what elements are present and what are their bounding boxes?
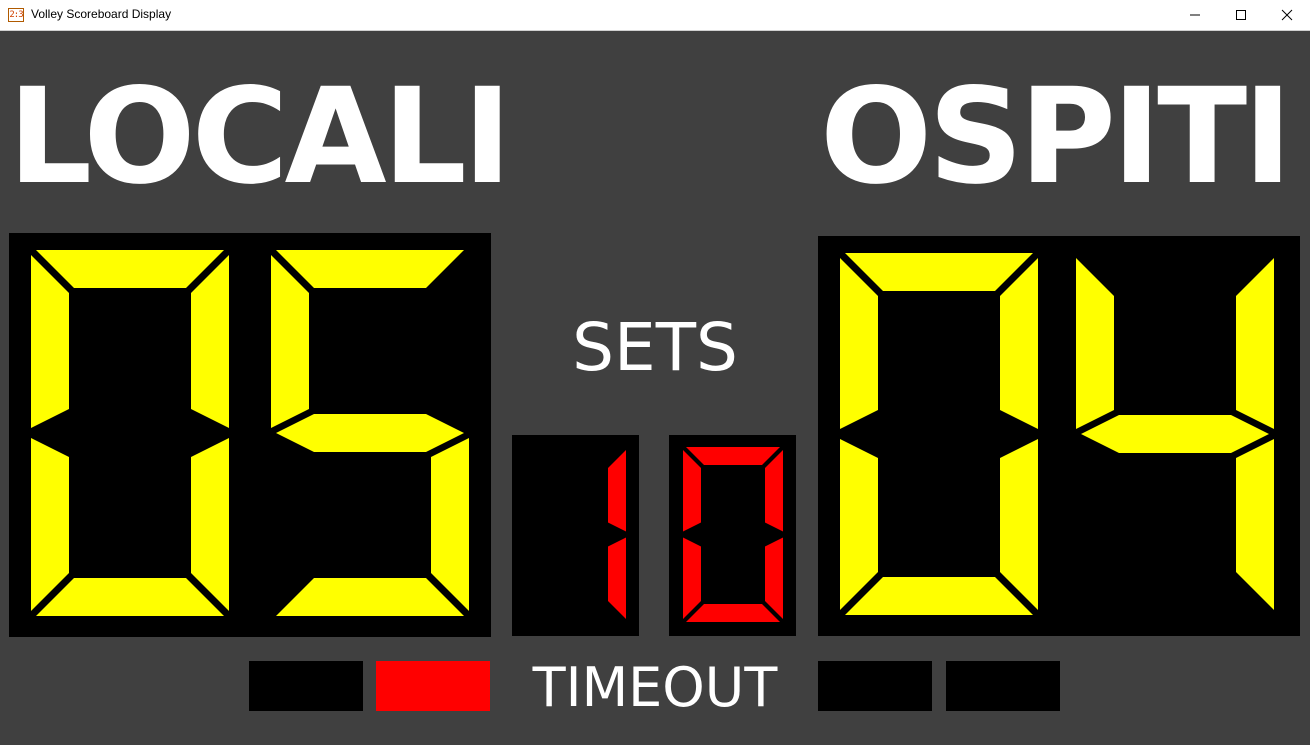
away-score-digit-1-segment-d — [845, 577, 1033, 615]
away-timeout-indicator-1 — [818, 661, 932, 711]
away-score-display — [818, 236, 1300, 636]
away-score-digit-1-segment-b — [1000, 258, 1038, 429]
away-score-digit-1-segment-a — [845, 253, 1033, 291]
away-sets-digit — [683, 447, 783, 622]
home-score-display — [9, 233, 491, 637]
home-score-digit-2-segment-f — [271, 255, 309, 428]
away-sets-digit-segment-d — [686, 604, 780, 622]
away-sets-digit-segment-e — [683, 537, 701, 619]
home-sets-display — [512, 435, 639, 636]
away-team-name: OSPITI — [820, 60, 1292, 214]
home-team-name: LOCALI — [8, 60, 512, 214]
home-score-digit-1-segment-a — [36, 250, 224, 288]
minimize-icon — [1190, 14, 1200, 16]
home-score-digit-1-segment-d — [36, 578, 224, 616]
close-icon — [1281, 9, 1293, 21]
sets-label: SETS — [572, 309, 738, 386]
home-score-digit-1-segment-c — [191, 438, 229, 611]
away-sets-display — [669, 435, 796, 636]
away-score-digit-1-segment-c — [1000, 439, 1038, 610]
home-score-digit-1-segment-b — [191, 255, 229, 428]
away-score-digit-1-segment-e — [840, 439, 878, 610]
home-score-digit-1-segment-f — [31, 255, 69, 428]
away-score-digits — [840, 253, 1274, 615]
minimize-button[interactable] — [1172, 0, 1218, 30]
away-sets-digit-segment-a — [686, 447, 780, 465]
home-score-digits — [31, 250, 469, 616]
home-score-digit-2-segment-a — [276, 250, 464, 288]
window-title: Volley Scoreboard Display — [31, 7, 172, 21]
away-sets-digit-segment-f — [683, 450, 701, 532]
home-sets-digit-segment-b — [608, 450, 626, 532]
scoreboard-window: 2:3 Volley Scoreboard Display LOCALI OSP… — [0, 0, 1310, 745]
home-sets-digit-segment-c — [608, 537, 626, 619]
home-score-digit-1-segment-e — [31, 438, 69, 611]
close-button[interactable] — [1264, 0, 1310, 30]
away-score-digit-2-segment-g — [1081, 415, 1269, 453]
scoreboard-app-icon: 2:3 — [8, 8, 24, 22]
away-timeout-indicator-2 — [946, 661, 1060, 711]
home-timeout-indicator-1 — [249, 661, 363, 711]
home-timeout-indicator-2 — [376, 661, 490, 711]
home-sets-digit — [608, 450, 626, 619]
away-score-digit-2-segment-c — [1236, 439, 1274, 610]
home-score-digit-2-segment-g — [276, 414, 464, 452]
away-sets-digit-segment-c — [765, 537, 783, 619]
away-score-digit-1-segment-f — [840, 258, 878, 429]
away-sets-digit-segment-b — [765, 450, 783, 532]
maximize-icon — [1236, 10, 1246, 20]
title-bar[interactable]: 2:3 Volley Scoreboard Display — [0, 0, 1310, 31]
timeout-label: TIMEOUT — [532, 656, 778, 719]
maximize-button[interactable] — [1218, 0, 1264, 30]
home-score-digit-2-segment-d — [276, 578, 464, 616]
away-score-digit-2-segment-b — [1236, 258, 1274, 429]
away-score-digit-2-segment-f — [1076, 258, 1114, 429]
home-score-digit-2-segment-c — [431, 438, 469, 611]
